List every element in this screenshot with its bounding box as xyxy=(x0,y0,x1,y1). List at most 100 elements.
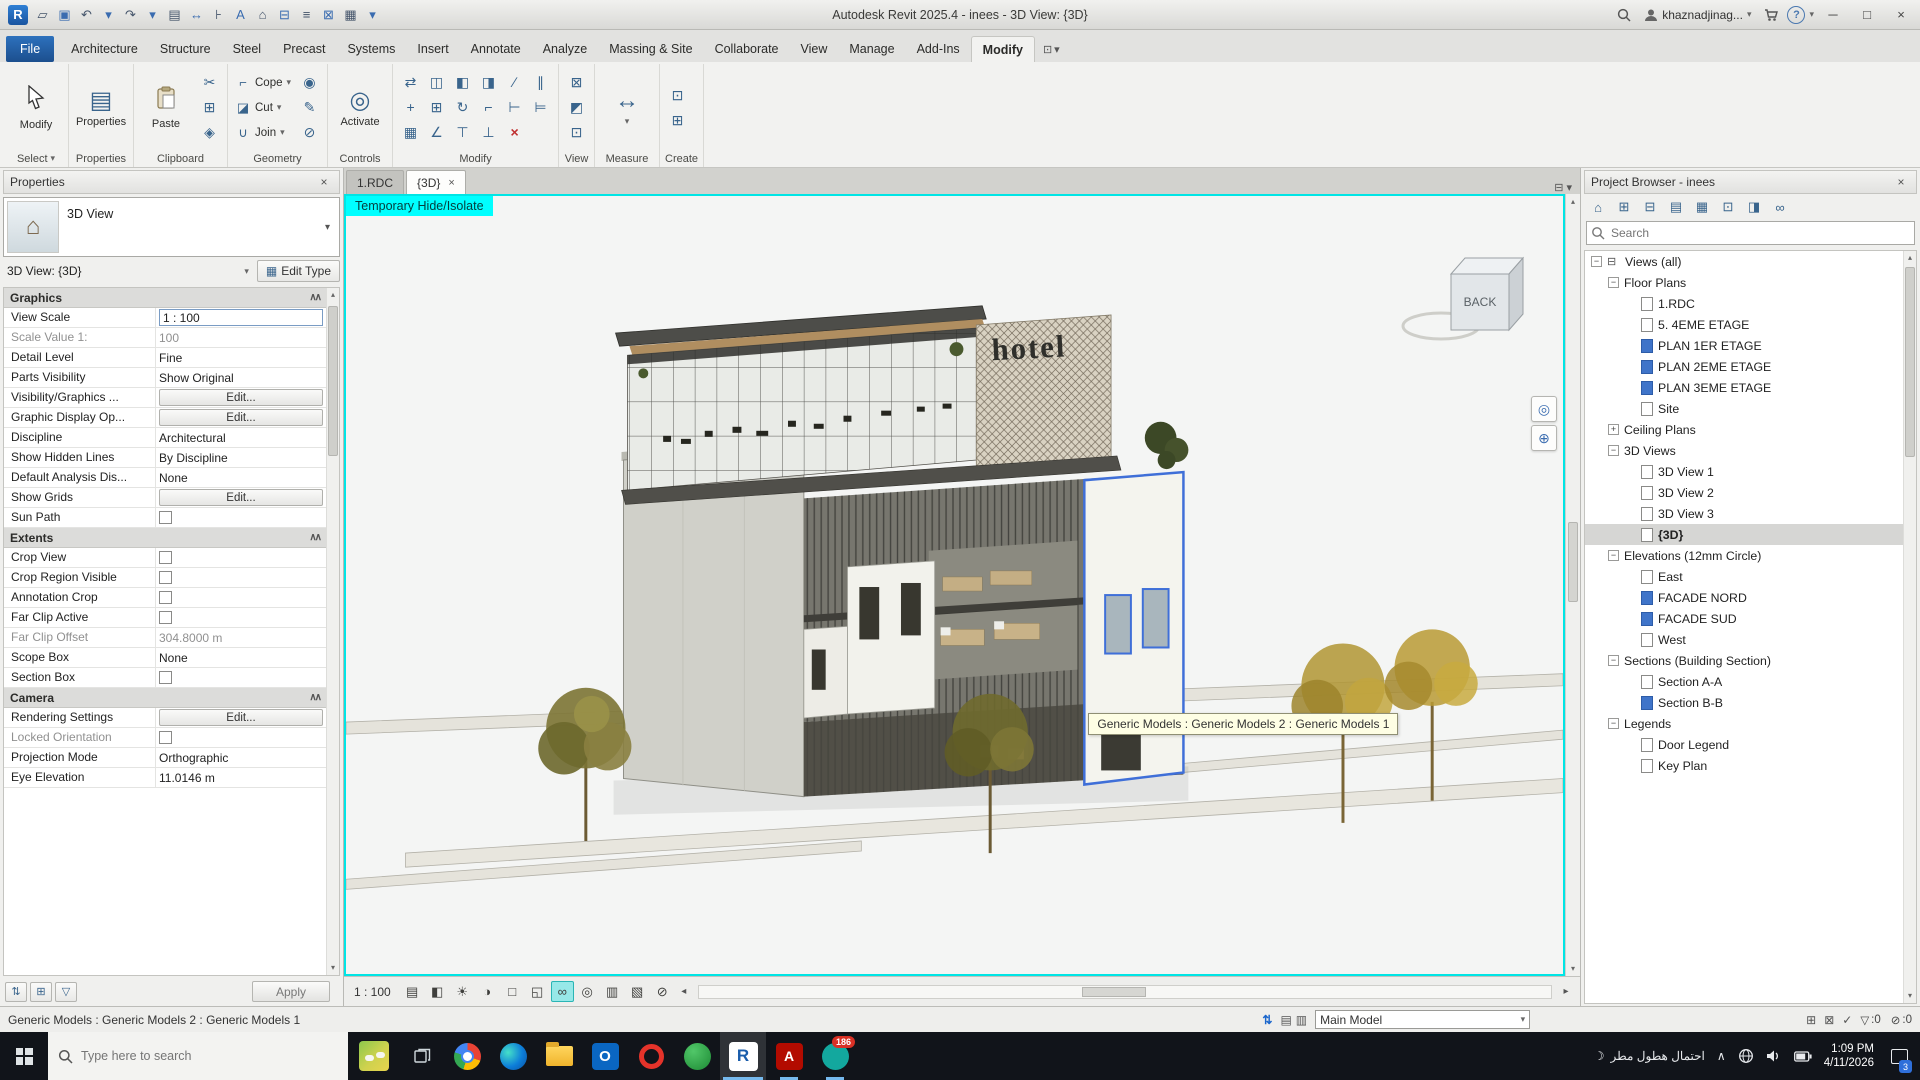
filter-properties-icon[interactable]: ▽ xyxy=(55,982,77,1002)
modify-tool-button[interactable]: Modify xyxy=(9,82,63,134)
expand-icon[interactable]: − xyxy=(1608,550,1619,561)
edit-button-graphic-display-op[interactable]: Edit... xyxy=(159,409,323,426)
section-graphics[interactable]: Graphics∧∧ xyxy=(4,288,326,308)
taskbar-app-whatsapp[interactable]: 186 xyxy=(812,1032,858,1080)
activate-controls-button[interactable]: ◎ Activate xyxy=(333,85,387,131)
filter-icon[interactable]: ▽:0 xyxy=(1860,1013,1880,1027)
undo-icon[interactable]: ↶ xyxy=(76,4,97,26)
expand-icon[interactable]: − xyxy=(1591,256,1602,267)
displace-elements-icon[interactable]: ⊡ xyxy=(564,121,589,144)
ribbon-tab-modify[interactable]: Modify xyxy=(971,36,1035,62)
open-file-icon[interactable]: ▱ xyxy=(32,4,53,26)
browser-link-icon[interactable]: ∞ xyxy=(1768,197,1792,218)
browser-collapse-all-icon[interactable]: ⊟ xyxy=(1638,197,1662,218)
taskbar-search[interactable] xyxy=(48,1032,348,1080)
scroll-right-icon[interactable]: ▸ xyxy=(1558,986,1574,997)
value-scope-box[interactable]: None xyxy=(159,651,188,665)
ribbon-tab-massing-site[interactable]: Massing & Site xyxy=(598,36,703,62)
demolish-icon[interactable]: ⊘ xyxy=(297,121,322,144)
editable-only-icon[interactable]: ⊞ xyxy=(1806,1013,1816,1027)
shadows-icon[interactable]: ◑ xyxy=(476,981,499,1002)
value-projection-mode[interactable]: Orthographic xyxy=(159,751,228,765)
hide-elements-icon[interactable]: ⊠ xyxy=(564,71,589,94)
edit-button-visibility-graphics[interactable]: Edit... xyxy=(159,389,323,406)
mirror-draw-axis-icon[interactable]: ◨ xyxy=(476,71,501,94)
tree-item-1-rdc[interactable]: 1.RDC xyxy=(1585,293,1903,314)
trim-extend-corner-icon[interactable]: ⌐ xyxy=(476,96,501,119)
close-icon[interactable]: × xyxy=(315,175,333,189)
create-group-icon[interactable]: ⊡ xyxy=(665,84,690,107)
show-crop-region-icon[interactable]: ◱ xyxy=(526,981,549,1002)
value-far-clip-offset[interactable]: 304.8000 m xyxy=(159,631,222,645)
edit-button-show-grids[interactable]: Edit... xyxy=(159,489,323,506)
selection-count-icon[interactable]: ⊘:0 xyxy=(1891,1013,1912,1027)
battery-icon[interactable] xyxy=(1794,1051,1812,1062)
schedule-icon[interactable]: ▦ xyxy=(340,4,361,26)
tree-item-sections-building-section[interactable]: −Sections (Building Section) xyxy=(1585,650,1903,671)
close-view-icon[interactable]: × xyxy=(448,177,454,189)
redo-dropdown-icon[interactable]: ▾ xyxy=(142,4,163,26)
sun-path-icon[interactable]: ☀ xyxy=(451,981,474,1002)
tree-item-5-4eme-etage[interactable]: 5. 4EME ETAGE xyxy=(1585,314,1903,335)
checkbox-annotation-crop[interactable] xyxy=(159,591,172,604)
taskbar-app-chrome[interactable] xyxy=(444,1032,490,1080)
ribbon-tab-add-ins[interactable]: Add-Ins xyxy=(906,36,971,62)
tree-item-door-legend[interactable]: Door Legend xyxy=(1585,734,1903,755)
tree-item-plan-3eme-etage[interactable]: PLAN 3EME ETAGE xyxy=(1585,377,1903,398)
view-tab-list-icon[interactable]: ⊟ ▾ xyxy=(1546,181,1580,194)
visual-style-icon[interactable]: ◧ xyxy=(426,981,449,1002)
tree-item-section-a-a[interactable]: Section A-A xyxy=(1585,671,1903,692)
apply-button[interactable]: Apply xyxy=(252,981,330,1002)
ribbon-tab-systems[interactable]: Systems xyxy=(336,36,406,62)
scrollbar-thumb[interactable] xyxy=(1568,522,1578,602)
ribbon-tab-precast[interactable]: Precast xyxy=(272,36,336,62)
browser-home-icon[interactable]: ⌂ xyxy=(1586,197,1610,218)
design-options-icon[interactable]: ▥ xyxy=(1296,1013,1307,1027)
tree-item-3d[interactable]: {3D} xyxy=(1585,524,1903,545)
reveal-hidden-elements-icon[interactable]: ◎ xyxy=(576,981,599,1002)
create-similar-icon[interactable]: ⊞ xyxy=(665,109,690,132)
trim-extend-multiple-icon[interactable]: ⊨ xyxy=(528,96,553,119)
taskbar-app-file-explorer[interactable] xyxy=(536,1032,582,1080)
close-icon[interactable]: × xyxy=(1892,175,1910,189)
ribbon-tab-steel[interactable]: Steel xyxy=(222,36,273,62)
split-element-icon[interactable]: ∕ xyxy=(502,71,527,94)
taskbar-app-edge[interactable] xyxy=(490,1032,536,1080)
network-icon[interactable] xyxy=(1738,1048,1754,1064)
checkbox-section-box[interactable] xyxy=(159,671,172,684)
zoom-tool-icon[interactable]: ⊕ xyxy=(1531,425,1557,451)
browser-expand-all-icon[interactable]: ⊞ xyxy=(1612,197,1636,218)
main-model-select[interactable]: Main Model ▾ xyxy=(1315,1010,1530,1029)
taskbar-app-outlook[interactable]: O xyxy=(582,1032,628,1080)
expand-icon[interactable]: + xyxy=(1608,424,1619,435)
scrollbar-thumb[interactable] xyxy=(1082,987,1146,997)
selected-generic-model[interactable] xyxy=(1084,472,1183,784)
view-tab-1-rdc[interactable]: 1.RDC xyxy=(346,170,404,194)
ribbon-tab-architecture[interactable]: Architecture xyxy=(60,36,149,62)
expand-icon[interactable]: − xyxy=(1608,277,1619,288)
scrollbar-thumb[interactable] xyxy=(328,306,338,456)
collapse-icon[interactable]: ∧∧ xyxy=(309,292,320,303)
taskbar-weather[interactable]: ☽ احتمال هطول مطر xyxy=(1594,1049,1705,1063)
scrollbar-thumb[interactable] xyxy=(1905,267,1915,457)
scroll-up-icon[interactable]: ▴ xyxy=(1904,251,1916,265)
detail-level-icon[interactable]: ▤ xyxy=(401,981,424,1002)
apply-coping-icon[interactable]: ◉ xyxy=(297,71,322,94)
help-dropdown-icon[interactable]: ▾ xyxy=(1809,9,1814,20)
measure-button[interactable]: ↔ ▾ xyxy=(600,85,654,130)
unpin-icon[interactable]: ⊥ xyxy=(476,121,501,144)
value-discipline[interactable]: Architectural xyxy=(159,431,226,445)
type-selector[interactable]: ⌂ 3D View ▾ xyxy=(3,197,340,257)
print-icon[interactable]: ▤ xyxy=(164,4,185,26)
trim-extend-single-icon[interactable]: ⊢ xyxy=(502,96,527,119)
section-camera[interactable]: Camera∧∧ xyxy=(4,688,326,708)
collapse-icon[interactable]: ∧∧ xyxy=(309,532,320,543)
tree-item-plan-2eme-etage[interactable]: PLAN 2EME ETAGE xyxy=(1585,356,1903,377)
properties-scrollbar[interactable]: ▴ ▾ xyxy=(326,288,339,975)
ribbon-tab-annotate[interactable]: Annotate xyxy=(460,36,532,62)
array-icon[interactable]: ▦ xyxy=(398,121,423,144)
value-show-hidden-lines[interactable]: By Discipline xyxy=(159,451,228,465)
user-account-button[interactable]: khaznadjinag... ▾ xyxy=(1640,8,1755,22)
task-view-button[interactable] xyxy=(400,1032,444,1080)
expand-icon[interactable]: − xyxy=(1608,655,1619,666)
